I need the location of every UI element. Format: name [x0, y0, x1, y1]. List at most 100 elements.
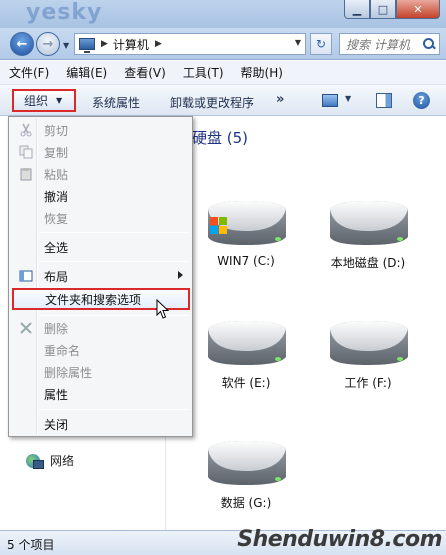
navigation-bar: ← → ▼ ▶ 计算机 ▶ ▼ ↻ 搜索 计算机: [0, 28, 446, 60]
search-input[interactable]: 搜索 计算机: [340, 36, 422, 53]
maximize-icon: □: [377, 2, 389, 16]
drive-label: 本地磁盘 (D:): [330, 256, 406, 270]
hard-drive-icon: [208, 321, 286, 365]
layout-icon: [19, 269, 33, 283]
back-button[interactable]: ←: [10, 32, 34, 56]
address-dropdown[interactable]: ▼: [295, 38, 301, 47]
status-item-count: 5 个项目: [7, 538, 55, 552]
caret-down-icon: ▼: [56, 96, 63, 105]
menu-bar: 文件(F) 编辑(E) 查看(V) 工具(T) 帮助(H): [0, 61, 446, 85]
menu-item-label: 剪切: [44, 123, 69, 138]
more-commands-button[interactable]: »: [276, 92, 284, 107]
forward-button[interactable]: →: [36, 32, 60, 56]
menu-item-label: 撤消: [44, 189, 69, 204]
menu-item-rename[interactable]: 重命名: [11, 339, 190, 361]
menu-item-copy[interactable]: 复制: [11, 141, 190, 163]
drive-item[interactable]: 软件 (E:): [190, 319, 302, 391]
hard-drive-icon: [330, 321, 408, 365]
menu-help[interactable]: 帮助(H): [232, 64, 291, 81]
menu-item-undo[interactable]: 撤消: [11, 185, 190, 207]
hard-drive-icon: [208, 441, 286, 485]
close-button[interactable]: ✕: [396, 0, 440, 19]
system-drive-icon: [208, 201, 286, 245]
refresh-button[interactable]: ↻: [310, 33, 332, 55]
menu-edit[interactable]: 编辑(E): [57, 64, 115, 81]
menu-item-label: 文件夹和搜索选项: [45, 292, 142, 307]
title-bar: yesky ▁ □ ✕: [0, 0, 446, 30]
system-properties-button[interactable]: 系统属性: [92, 94, 140, 111]
view-options-dropdown[interactable]: ▼: [345, 94, 351, 103]
status-bar: 5 个项目 Shenduwin8.com: [0, 527, 446, 555]
menu-item-label: 删除属性: [44, 365, 93, 380]
scissors-icon: [19, 123, 33, 137]
menu-item-redo[interactable]: 恢复: [11, 207, 190, 229]
menu-separator: [39, 409, 189, 410]
menu-item-paste[interactable]: 粘贴: [11, 163, 190, 185]
mouse-pointer-icon: [156, 299, 170, 319]
menu-item-close[interactable]: 关闭: [11, 413, 190, 435]
paste-icon: [19, 167, 33, 181]
maximize-button[interactable]: □: [370, 0, 396, 19]
drive-item[interactable]: 数据 (G:): [190, 439, 302, 511]
command-bar: 组织 ▼ 系统属性 卸载或更改程序 » ▼ ?: [0, 85, 446, 116]
menu-item-layout[interactable]: 布局: [11, 265, 190, 287]
group-title: 硬盘 (5): [192, 129, 249, 147]
uninstall-program-button[interactable]: 卸载或更改程序: [170, 94, 254, 111]
drive-label: 软件 (E:): [221, 376, 271, 390]
menu-item-properties[interactable]: 属性: [11, 383, 190, 405]
breadcrumb-computer[interactable]: 计算机: [113, 36, 149, 53]
minimize-button[interactable]: ▁: [344, 0, 370, 19]
menu-item-label: 重命名: [44, 343, 81, 358]
refresh-icon: ↻: [315, 37, 327, 51]
recent-pages-dropdown[interactable]: ▼: [63, 41, 69, 50]
menu-separator: [39, 261, 189, 262]
chevron-right-icon[interactable]: ▶: [155, 39, 162, 49]
help-icon[interactable]: ?: [413, 92, 430, 109]
search-box[interactable]: 搜索 计算机: [339, 33, 440, 55]
drive-item[interactable]: WIN7 (C:): [190, 199, 302, 268]
close-icon: ✕: [413, 2, 423, 16]
drive-label: 工作 (F:): [344, 376, 392, 390]
network-icon: [26, 453, 44, 469]
menu-separator: [39, 232, 189, 233]
menu-tools[interactable]: 工具(T): [174, 64, 232, 81]
address-bar[interactable]: ▶ 计算机 ▶ ▼: [74, 33, 306, 55]
submenu-arrow-icon: [178, 271, 183, 279]
preview-pane-icon[interactable]: [376, 93, 392, 108]
organize-menu: 剪切 复制 粘贴 撤消 恢复 全选 布局 文件夹和搜索选项 删除 重命名 删除属…: [8, 116, 193, 437]
nav-item-network-label: 网络: [50, 454, 75, 468]
watermark-site: Shenduwin8.com: [237, 527, 442, 552]
menu-item-label: 复制: [44, 145, 69, 160]
menu-item-label: 关闭: [44, 417, 69, 432]
menu-item-label: 布局: [44, 269, 69, 284]
copy-icon: [19, 145, 33, 159]
drive-item[interactable]: 工作 (F:): [312, 319, 424, 391]
minimize-icon: ▁: [352, 2, 362, 16]
search-icon[interactable]: [422, 37, 436, 51]
drive-label: 数据 (G:): [220, 496, 272, 510]
menu-item-remove-properties[interactable]: 删除属性: [11, 361, 190, 383]
window-controls: ▁ □ ✕: [344, 0, 440, 19]
arrow-left-icon: ←: [16, 36, 28, 52]
delete-x-icon: [19, 321, 33, 335]
menu-item-label: 属性: [44, 387, 69, 402]
menu-item-cut[interactable]: 剪切: [11, 119, 190, 141]
menu-file[interactable]: 文件(F): [0, 64, 57, 81]
computer-icon: [79, 38, 95, 53]
watermark-logo: yesky: [26, 0, 103, 25]
menu-view[interactable]: 查看(V): [115, 64, 174, 81]
menu-item-label: 删除: [44, 321, 69, 336]
organize-button[interactable]: 组织 ▼: [12, 89, 76, 112]
menu-item-label: 恢复: [44, 211, 69, 226]
change-view-icon[interactable]: [322, 94, 338, 107]
nav-item-network[interactable]: 网络: [26, 452, 74, 469]
menu-item-label: 粘贴: [44, 167, 69, 182]
drive-item[interactable]: 本地磁盘 (D:): [312, 199, 424, 271]
chevron-right-icon[interactable]: ▶: [101, 39, 108, 49]
drive-label: WIN7 (C:): [217, 254, 275, 268]
hard-drive-icon: [330, 201, 408, 245]
organize-label: 组织: [24, 94, 49, 108]
menu-item-select-all[interactable]: 全选: [11, 236, 190, 258]
arrow-right-icon: →: [42, 36, 54, 52]
menu-item-label: 全选: [44, 240, 69, 255]
